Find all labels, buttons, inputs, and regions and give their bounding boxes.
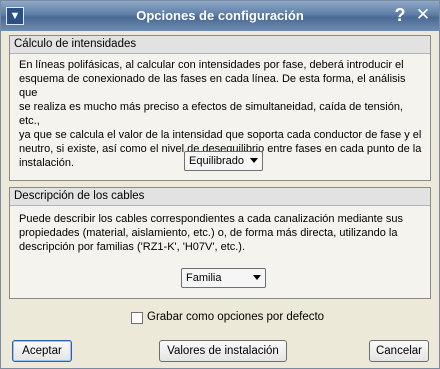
chevron-down-icon [250,158,258,163]
title-bar: ▼ Opciones de configuración ? ✕ [1,1,439,31]
description-line: En líneas polifásicas, al calcular con i… [19,59,404,71]
install-values-button[interactable]: Valores de instalación [159,340,287,362]
cables-select[interactable]: Familia [181,268,266,288]
description-line: esquema de conexionado de las fases en c… [19,73,406,99]
accept-button[interactable]: Aceptar [12,340,72,362]
help-button[interactable]: ? [390,4,410,26]
group-cables: Descripción de los cables Puede describi… [9,187,431,299]
save-default-checkbox[interactable] [131,312,143,324]
chevron-down-icon [253,275,261,280]
cables-select-value: Familia [186,272,222,284]
cables-description: Puede describir los cables correspondien… [19,212,422,254]
description-line: propiedades (material, aislamiento, etc.… [19,227,398,239]
description-line: ya que se calcula el valor de la intensi… [19,129,422,141]
description-line: Puede describir los cables correspondien… [19,213,404,225]
close-button[interactable]: ✕ [413,4,433,26]
description-line: se realiza es mucho más preciso a efecto… [19,101,403,127]
group-intensidades-header: Cálculo de intensidades [10,36,430,54]
group-cables-header: Descripción de los cables [10,188,430,206]
save-default-label[interactable]: Grabar como opciones por defecto [147,311,324,323]
intensidades-select-value: Equilibrado [189,155,245,167]
intensidades-select[interactable]: Equilibrado [184,151,263,171]
group-intensidades: Cálculo de intensidades En líneas polifá… [9,35,431,181]
cancel-button[interactable]: Cancelar [369,340,429,362]
window-title: Opciones de configuración [136,8,304,23]
description-line: descripción por familias ('RZ1-K', 'H07V… [19,241,246,253]
config-dialog: ▼ Opciones de configuración ? ✕ Cálculo … [0,0,440,369]
